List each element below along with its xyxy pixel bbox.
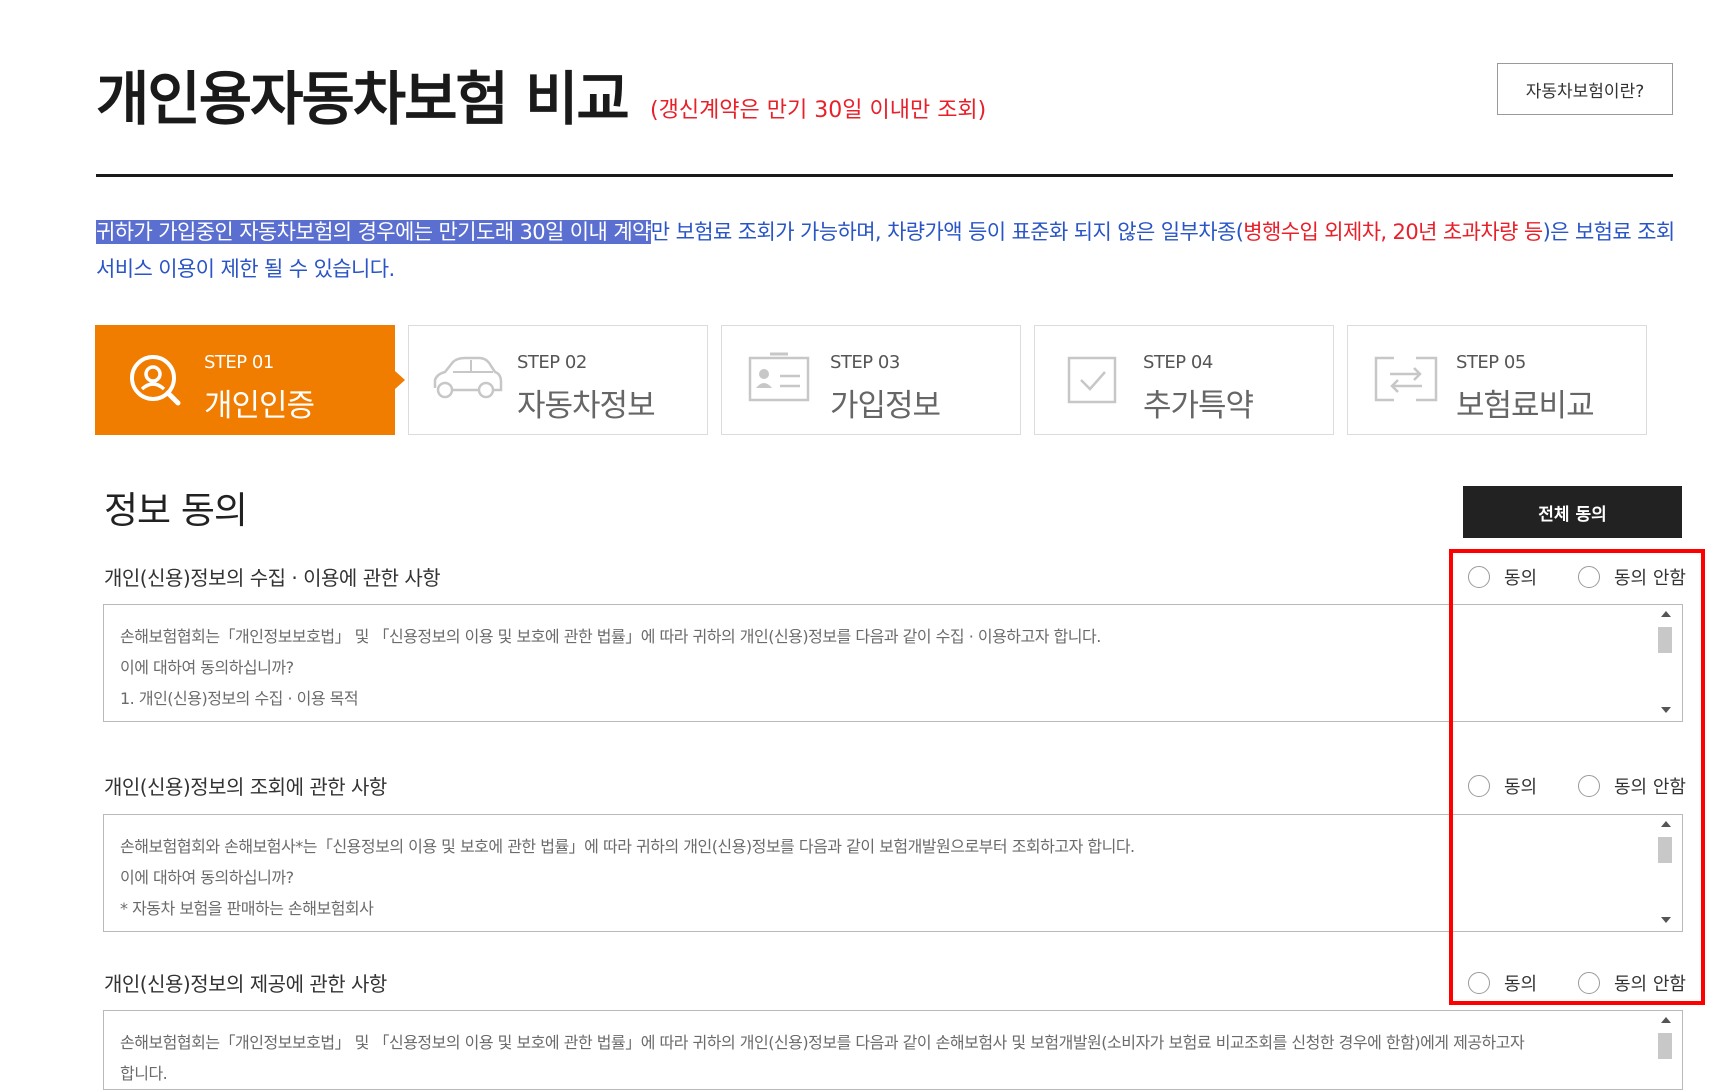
clause-2-line-3: * 자동차 보험을 판매하는 손해보험회사 <box>120 899 374 918</box>
disagree-label: 동의 안함 <box>1614 974 1686 995</box>
clause-1-textbox[interactable]: 손해보험협회는「개인정보보호법」 및 「신용정보의 이용 및 보호에 관한 법률… <box>103 604 1683 722</box>
clause-3-agree-radio[interactable]: 동의 <box>1468 970 1537 996</box>
radio-circle <box>1468 566 1490 588</box>
clause-2-label: 개인(신용)정보의 조회에 관한 사항 <box>104 775 387 799</box>
clause-3-label: 개인(신용)정보의 제공에 관한 사항 <box>104 972 387 996</box>
disagree-label: 동의 안함 <box>1614 568 1686 589</box>
page-subtitle: (갱신계약은 만기 30일 이내만 조회) <box>650 98 987 123</box>
page-title: 개인용자동차보험 비교 <box>96 65 630 133</box>
step-01[interactable]: STEP 01 개인인증 <box>95 325 395 435</box>
agree-label: 동의 <box>1504 777 1538 798</box>
clause-2-disagree-radio[interactable]: 동의 안함 <box>1578 773 1686 799</box>
step-05-number: STEP 05 <box>1456 352 1526 373</box>
clause-1-disagree-radio[interactable]: 동의 안함 <box>1578 564 1686 590</box>
scroll-up-arrow-icon[interactable] <box>1661 611 1671 617</box>
step-03-name: 가입정보 <box>830 388 941 424</box>
active-step-arrow <box>395 371 405 389</box>
scroll-up-arrow-icon[interactable] <box>1661 1017 1671 1023</box>
car-icon <box>433 356 503 399</box>
step-03[interactable]: STEP 03 가입정보 <box>721 325 1021 435</box>
step-03-number: STEP 03 <box>830 352 900 373</box>
radio-circle <box>1468 972 1490 994</box>
id-card-icon <box>748 352 810 402</box>
radio-circle <box>1578 775 1600 797</box>
scrollbar-thumb[interactable] <box>1658 837 1672 863</box>
notice-text: 귀하가 가입중인 자동차보험의 경우에는 만기도래 30일 이내 계약만 보험료… <box>96 214 1676 288</box>
clause-1-line-2: 이에 대하여 동의하십니까? <box>120 658 294 677</box>
compare-icon <box>1374 356 1438 402</box>
agree-all-button[interactable]: 전체 동의 <box>1463 486 1682 538</box>
step-02-name: 자동차정보 <box>517 388 656 424</box>
step-05-name: 보험료비교 <box>1456 388 1595 424</box>
disagree-label: 동의 안함 <box>1614 777 1686 798</box>
clause-2-line-1: 손해보험협회와 손해보험사*는「신용정보의 이용 및 보호에 관한 법률」에 따… <box>120 837 1135 856</box>
step-02[interactable]: STEP 02 자동차정보 <box>408 325 708 435</box>
notice-part2: 만 보험료 조회가 가능하며, 차량가액 등이 표준화 되지 않은 일부차종( <box>650 220 1244 244</box>
clause-2-agree-radio[interactable]: 동의 <box>1468 773 1537 799</box>
user-search-icon <box>130 355 181 406</box>
clause-2-textbox[interactable]: 손해보험협회와 손해보험사*는「신용정보의 이용 및 보호에 관한 법률」에 따… <box>103 814 1683 932</box>
step-04-number: STEP 04 <box>1143 352 1213 373</box>
clause-3-line-1: 손해보험협회는「개인정보보호법」 및 「신용정보의 이용 및 보호에 관한 법률… <box>120 1033 1525 1052</box>
consent-section-title: 정보 동의 <box>104 489 248 532</box>
car-insurance-info-button[interactable]: 자동차보험이란? <box>1497 63 1673 115</box>
agree-label: 동의 <box>1504 974 1538 995</box>
clause-1-agree-radio[interactable]: 동의 <box>1468 564 1537 590</box>
clause-3-disagree-radio[interactable]: 동의 안함 <box>1578 970 1686 996</box>
step-05[interactable]: STEP 05 보험료비교 <box>1347 325 1647 435</box>
step-02-number: STEP 02 <box>517 352 587 373</box>
scrollbar-thumb[interactable] <box>1658 627 1672 653</box>
clause-1-line-3: 1. 개인(신용)정보의 수집 · 이용 목적 <box>120 689 359 708</box>
notice-highlighted: 귀하가 가입중인 자동차보험의 경우에는 만기도래 30일 이내 계약 <box>96 220 651 244</box>
notice-red: 병행수입 외제차, 20년 초과차량 등 <box>1243 220 1543 244</box>
clause-1-label: 개인(신용)정보의 수집 · 이용에 관한 사항 <box>104 566 441 590</box>
scroll-up-arrow-icon[interactable] <box>1661 821 1671 827</box>
scrollbar-thumb[interactable] <box>1658 1033 1672 1059</box>
radio-circle <box>1468 775 1490 797</box>
scroll-down-arrow-icon[interactable] <box>1661 917 1671 923</box>
radio-circle <box>1578 566 1600 588</box>
title-divider <box>96 174 1673 177</box>
clause-3-line-2: 합니다. <box>120 1064 168 1083</box>
step-01-number: STEP 01 <box>204 352 274 373</box>
clause-3-textbox[interactable]: 손해보험협회는「개인정보보호법」 및 「신용정보의 이용 및 보호에 관한 법률… <box>103 1010 1683 1090</box>
radio-circle <box>1578 972 1600 994</box>
clause-1-line-1: 손해보험협회는「개인정보보호법」 및 「신용정보의 이용 및 보호에 관한 법률… <box>120 627 1101 646</box>
step-04-name: 추가특약 <box>1143 388 1254 424</box>
step-04[interactable]: STEP 04 추가특약 <box>1034 325 1334 435</box>
checkbox-icon <box>1067 356 1117 404</box>
agree-label: 동의 <box>1504 568 1538 589</box>
clause-2-line-2: 이에 대하여 동의하십니까? <box>120 868 294 887</box>
step-01-name: 개인인증 <box>204 388 315 424</box>
scroll-down-arrow-icon[interactable] <box>1661 707 1671 713</box>
